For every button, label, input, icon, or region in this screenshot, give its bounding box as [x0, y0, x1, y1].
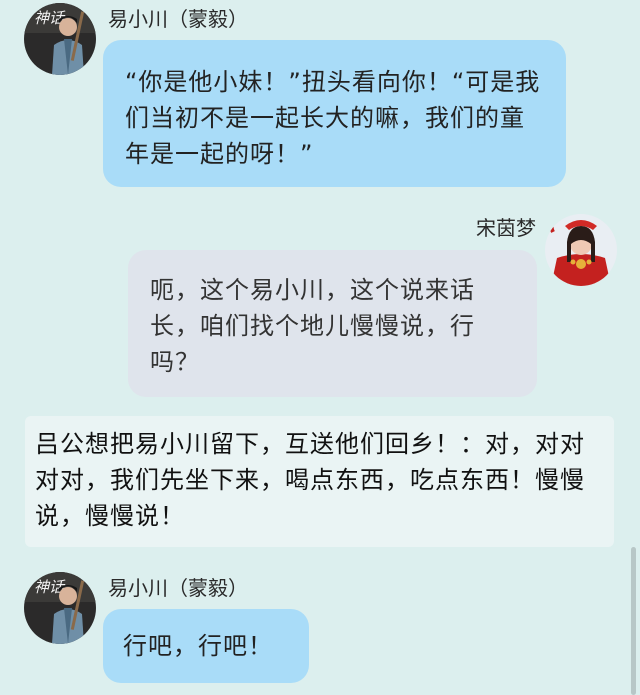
message-text: 呃，这个易小川，这个说来话长，咱们找个地儿慢慢说，行吗？: [150, 276, 475, 376]
message-bubble[interactable]: “你是他小妹！”扭头看向你！“可是我们当初不是一起长大的嘛，我们的童年是一起的呀…: [103, 40, 566, 187]
message-bubble[interactable]: 行吧，行吧！: [103, 609, 309, 683]
message-bubble[interactable]: 呃，这个易小川，这个说来话长，咱们找个地儿慢慢说，行吗？: [128, 250, 537, 397]
narration-block: 吕公想把易小川留下，互送他们回乡！：对，对对对对，我们先坐下来，喝点东西，吃点东…: [25, 416, 614, 547]
avatar-songyinmeng[interactable]: [545, 214, 617, 286]
avatar-yixiaochuan-image: 神话: [24, 3, 96, 75]
narration-text: 吕公想把易小川留下，互送他们回乡！：对，对对对对，我们先坐下来，喝点东西，吃点东…: [35, 430, 585, 530]
avatar-yixiaochuan-image: 神话: [24, 572, 96, 644]
avatar-yixiaochuan[interactable]: 神话: [24, 3, 96, 75]
sender-name: 易小川（蒙毅）: [108, 576, 248, 600]
avatar-songyinmeng-image: [545, 214, 617, 286]
sender-name: 宋茵梦: [476, 216, 536, 240]
avatar-yixiaochuan[interactable]: 神话: [24, 572, 96, 644]
scrollbar-thumb[interactable]: [631, 547, 636, 695]
sender-name: 易小川（蒙毅）: [108, 7, 248, 31]
message-text: “你是他小妹！”扭头看向你！“可是我们当初不是一起长大的嘛，我们的童年是一起的呀…: [125, 68, 541, 168]
message-text: 行吧，行吧！: [123, 632, 273, 660]
